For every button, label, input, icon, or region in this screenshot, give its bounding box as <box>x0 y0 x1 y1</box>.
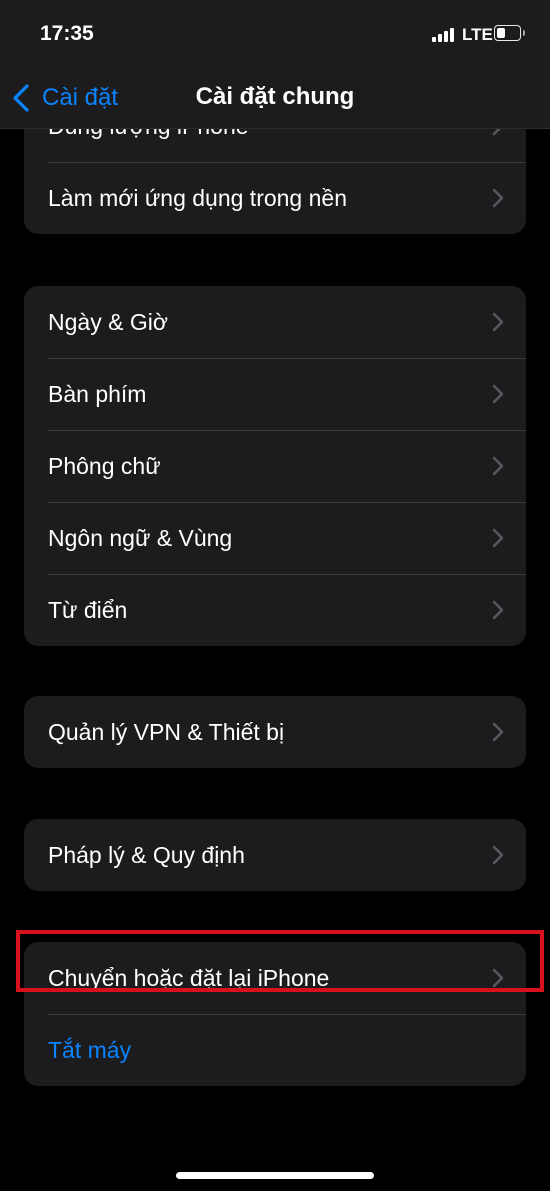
list-item-keyboard[interactable]: Bàn phím <box>24 358 526 430</box>
group-legal: Pháp lý & Quy định <box>24 819 526 891</box>
list-item-vpn-device-management[interactable]: Quản lý VPN & Thiết bị <box>24 696 526 768</box>
highlight-box <box>16 930 544 992</box>
chevron-right-icon <box>492 312 504 332</box>
page-title: Cài đặt chung <box>195 83 355 110</box>
chevron-right-icon <box>492 188 504 208</box>
home-indicator <box>176 1172 374 1179</box>
list-item-date-time[interactable]: Ngày & Giờ <box>24 286 526 358</box>
list-item-language-region[interactable]: Ngôn ngữ & Vùng <box>24 502 526 574</box>
list-item-background-refresh[interactable]: Làm mới ứng dụng trong nền <box>24 162 526 234</box>
chevron-right-icon <box>492 600 504 620</box>
group-regional: Ngày & Giờ Bàn phím Phông chữ Ngôn ngữ &… <box>24 286 526 646</box>
list-item-fonts[interactable]: Phông chữ <box>24 430 526 502</box>
group-vpn: Quản lý VPN & Thiết bị <box>24 696 526 768</box>
chevron-right-icon <box>492 456 504 476</box>
list-item-legal-regulatory[interactable]: Pháp lý & Quy định <box>24 819 526 891</box>
chevron-right-icon <box>492 528 504 548</box>
list-item-label: Ngày & Giờ <box>48 308 168 335</box>
battery-icon <box>494 25 525 41</box>
status-bar: 17:35 LTE <box>0 0 550 70</box>
signal-icon <box>432 28 456 42</box>
chevron-right-icon <box>492 722 504 742</box>
chevron-right-icon <box>492 384 504 404</box>
list-item-label: Bàn phím <box>48 380 147 407</box>
navigation-bar: Cài đặt Cài đặt chung <box>0 70 550 129</box>
network-label: LTE <box>462 25 493 44</box>
list-item-shut-down[interactable]: Tắt máy <box>24 1014 526 1086</box>
status-time: 17:35 <box>40 22 94 45</box>
list-item-label: Ngôn ngữ & Vùng <box>48 524 233 551</box>
list-item-label: Làm mới ứng dụng trong nền <box>48 184 347 211</box>
list-item-label: Từ điển <box>48 596 128 623</box>
list-item-label: Pháp lý & Quy định <box>48 841 245 868</box>
list-item-label: Quản lý VPN & Thiết bị <box>48 718 285 745</box>
list-item-dictionary[interactable]: Từ điển <box>24 574 526 646</box>
list-item-label: Phông chữ <box>48 452 161 479</box>
chevron-right-icon <box>492 845 504 865</box>
shut-down-link: Tắt máy <box>48 1036 132 1063</box>
